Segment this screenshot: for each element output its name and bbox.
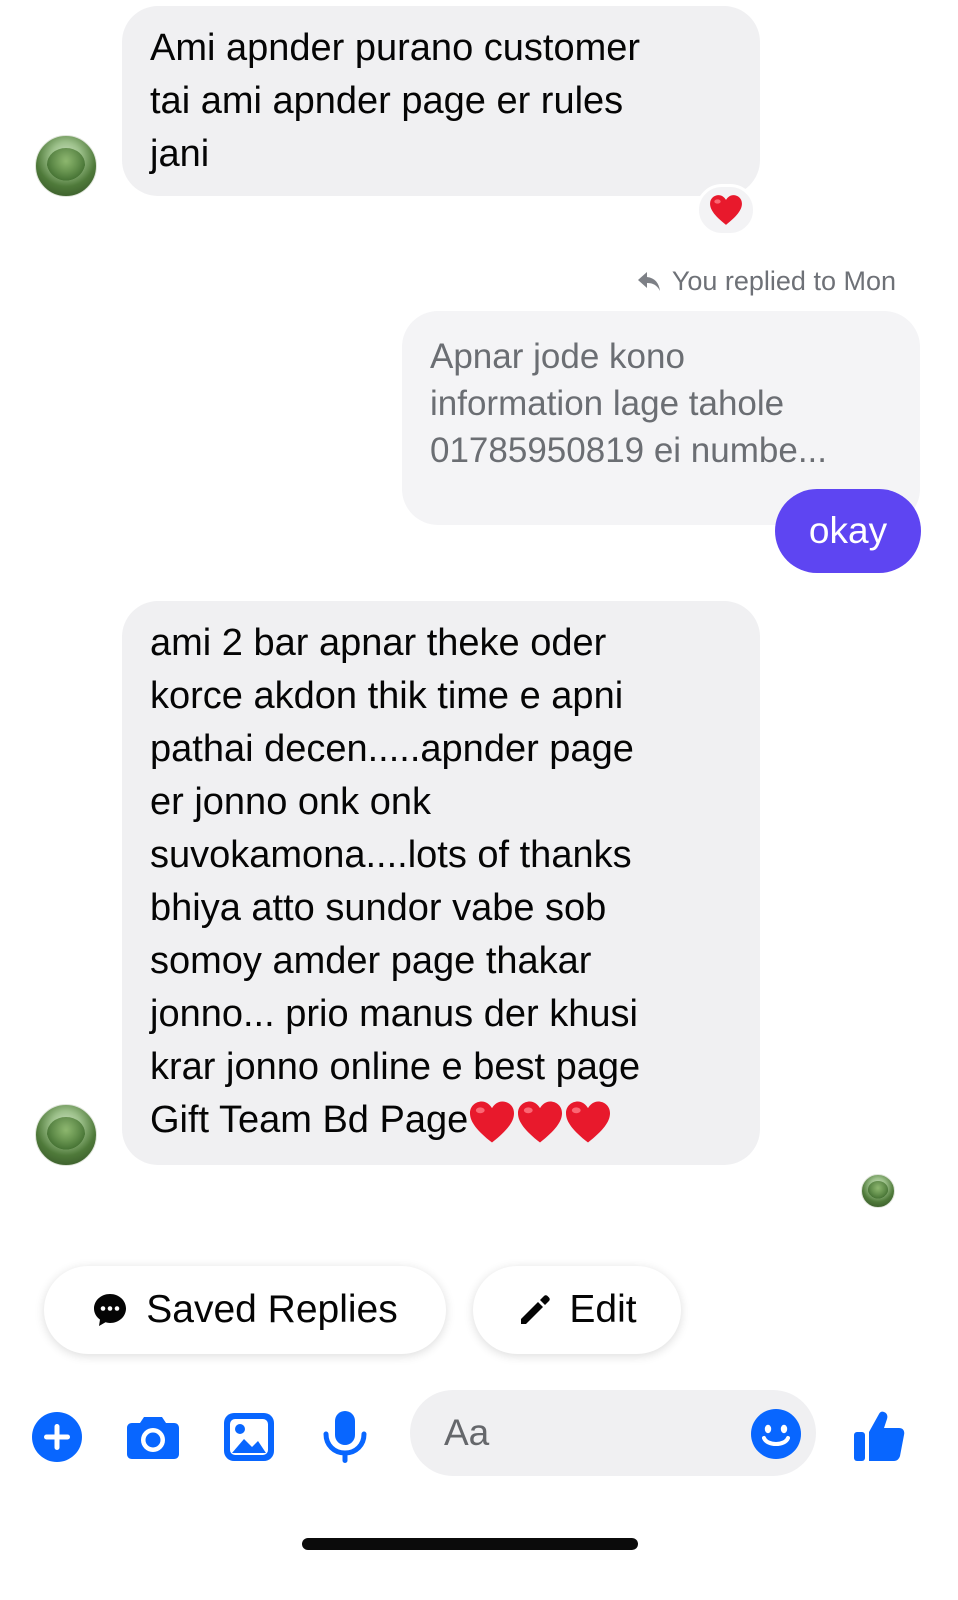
saved-replies-label: Saved Replies bbox=[146, 1288, 398, 1331]
incoming-message-bubble[interactable]: ami 2 bar apnar theke oder korce akdon t… bbox=[122, 601, 760, 1165]
read-receipt-avatar bbox=[861, 1174, 895, 1208]
message-composer[interactable]: Aa bbox=[410, 1390, 816, 1476]
quoted-line: 01785950819 ei numbe... bbox=[430, 431, 827, 470]
message-line: ami 2 bar apnar theke oder bbox=[150, 622, 607, 664]
edit-label: Edit bbox=[569, 1288, 637, 1331]
quoted-line: Apnar jode kono bbox=[430, 337, 685, 376]
saved-replies-button[interactable]: Saved Replies bbox=[44, 1266, 446, 1354]
gallery-icon bbox=[224, 1413, 274, 1461]
message-line: Ami apnder purano customer bbox=[150, 27, 641, 69]
microphone-icon bbox=[323, 1411, 367, 1463]
message-line-last: Gift Team Bd Page bbox=[150, 1094, 732, 1147]
outgoing-message-text: okay bbox=[808, 510, 888, 551]
plus-icon bbox=[32, 1412, 82, 1462]
gallery-button[interactable] bbox=[222, 1410, 276, 1464]
message-line: er jonno onk onk bbox=[150, 781, 431, 823]
message-line-text: Gift Team Bd Page bbox=[150, 1099, 469, 1141]
message-line: korce akdon thik time e apni bbox=[150, 675, 624, 717]
plus-button[interactable] bbox=[30, 1410, 84, 1464]
heart-icon bbox=[566, 1101, 611, 1143]
like-button[interactable] bbox=[852, 1410, 906, 1464]
edit-button[interactable]: Edit bbox=[473, 1266, 681, 1354]
home-indicator bbox=[302, 1538, 638, 1550]
message-line: jonno... prio manus der khusi bbox=[150, 993, 638, 1035]
pencil-icon bbox=[521, 1295, 551, 1324]
message-line: tai ami apnder page er rules bbox=[150, 80, 624, 122]
sender-avatar[interactable] bbox=[35, 135, 97, 197]
microphone-button[interactable] bbox=[318, 1410, 372, 1464]
composer-placeholder: Aa bbox=[444, 1412, 490, 1453]
message-line: jani bbox=[150, 133, 210, 175]
emoji-button[interactable] bbox=[750, 1408, 802, 1460]
reply-context-label: You replied to Mon bbox=[636, 266, 896, 297]
message-line: suvokamona....lots of thanks bbox=[150, 834, 632, 876]
camera-button[interactable] bbox=[126, 1410, 180, 1464]
outgoing-message-bubble[interactable]: okay bbox=[775, 489, 921, 573]
emoji-icon bbox=[751, 1409, 801, 1459]
message-line: somoy amder page thakar bbox=[150, 940, 592, 982]
message-line: krar jonno online e best page bbox=[150, 1046, 641, 1088]
reply-label-text: You replied to Mon bbox=[671, 266, 896, 296]
message-line: bhiya atto sundor vabe sob bbox=[150, 887, 607, 929]
heart-icon bbox=[470, 1101, 515, 1143]
reply-arrow-icon bbox=[637, 271, 660, 291]
like-icon bbox=[854, 1411, 905, 1461]
sender-avatar[interactable] bbox=[35, 1104, 97, 1166]
heart-icon bbox=[710, 195, 742, 225]
camera-icon bbox=[127, 1417, 179, 1459]
quoted-line: information lage tahole bbox=[430, 384, 785, 423]
heart-icon bbox=[518, 1101, 563, 1143]
chat-bubble-icon bbox=[94, 1294, 127, 1326]
incoming-message-bubble[interactable]: Ami apnder purano customer tai ami apnde… bbox=[122, 6, 760, 196]
heart-reaction[interactable] bbox=[696, 184, 756, 236]
message-line: pathai decen.....apnder page bbox=[150, 728, 634, 770]
